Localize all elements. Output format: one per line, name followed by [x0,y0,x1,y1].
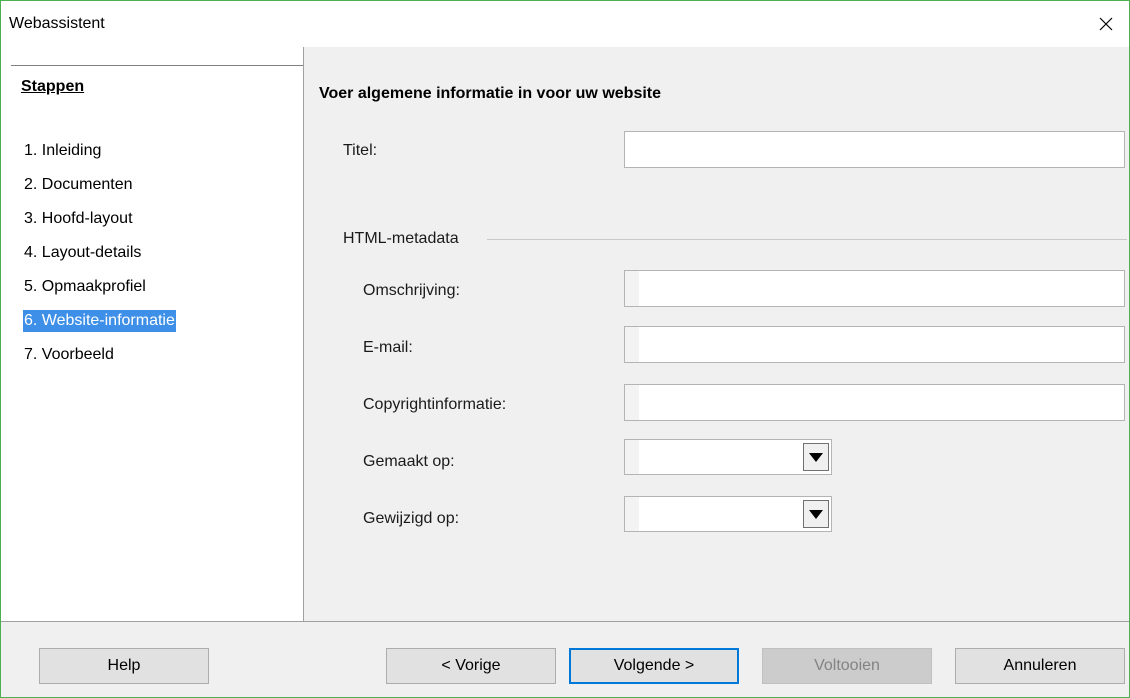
back-button[interactable]: < Vorige [386,648,556,684]
close-button[interactable] [1083,1,1129,47]
help-button[interactable]: Help [39,648,209,684]
step-item-opmaakprofiel[interactable]: 5. Opmaakprofiel [23,276,176,310]
steps-heading: Stappen [21,78,85,95]
created-label: Gemaakt op: [363,453,455,470]
step-item-inleiding[interactable]: 1. Inleiding [23,140,176,174]
created-date-combo[interactable] [624,439,832,475]
sidebar-divider [11,65,303,66]
field-notch [625,440,639,474]
step-label: 1. Inleiding [24,142,102,159]
step-label: 2. Documenten [24,176,133,193]
close-icon [1099,17,1113,31]
field-notch [625,327,639,362]
email-label: E-mail: [363,339,413,356]
copyright-label: Copyrightinformatie: [363,396,507,413]
window-title: Webassistent [9,15,105,32]
title-bar: Webassistent [1,1,1129,47]
finish-button[interactable]: Voltooien [762,648,932,684]
cancel-button[interactable]: Annuleren [955,648,1125,684]
group-divider [487,239,1127,240]
title-label: Titel: [343,142,378,159]
page-title: Voer algemene informatie in voor uw webs… [319,85,662,102]
step-label: 3. Hoofd-layout [24,210,133,227]
steps-sidebar: Stappen 1. Inleiding 2. Documenten 3. Ho… [1,47,304,621]
field-notch [625,385,639,420]
created-dropdown-button[interactable] [803,443,829,471]
step-item-hoofd-layout[interactable]: 3. Hoofd-layout [23,208,176,242]
web-wizard-dialog: Webassistent Stappen 1. Inleiding 2. Doc… [0,0,1130,698]
dropdown-arrow-icon [809,509,823,519]
button-bar: Help < Vorige Volgende > Voltooien Annul… [1,621,1129,697]
description-label: Omschrijving: [363,282,460,299]
step-label: 4. Layout-details [24,244,142,261]
email-input[interactable] [624,326,1125,363]
html-metadata-group-label: HTML-metadata [343,230,459,247]
field-notch [625,271,639,306]
description-input[interactable] [624,270,1125,307]
dropdown-arrow-icon [809,452,823,462]
step-label: 5. Opmaakprofiel [24,278,146,295]
step-label: 6. Website-informatie [23,310,176,332]
step-item-voorbeeld[interactable]: 7. Voorbeeld [23,344,176,378]
modified-label: Gewijzigd op: [363,510,460,527]
modified-dropdown-button[interactable] [803,500,829,528]
step-label: 7. Voorbeeld [24,346,114,363]
next-button[interactable]: Volgende > [569,648,739,684]
steps-list: 1. Inleiding 2. Documenten 3. Hoofd-layo… [23,140,176,378]
copyright-input[interactable] [624,384,1125,421]
step-item-documenten[interactable]: 2. Documenten [23,174,176,208]
step-item-website-informatie[interactable]: 6. Website-informatie [23,310,176,344]
step-item-layout-details[interactable]: 4. Layout-details [23,242,176,276]
field-notch [625,497,639,531]
title-input[interactable] [624,131,1125,168]
modified-date-combo[interactable] [624,496,832,532]
